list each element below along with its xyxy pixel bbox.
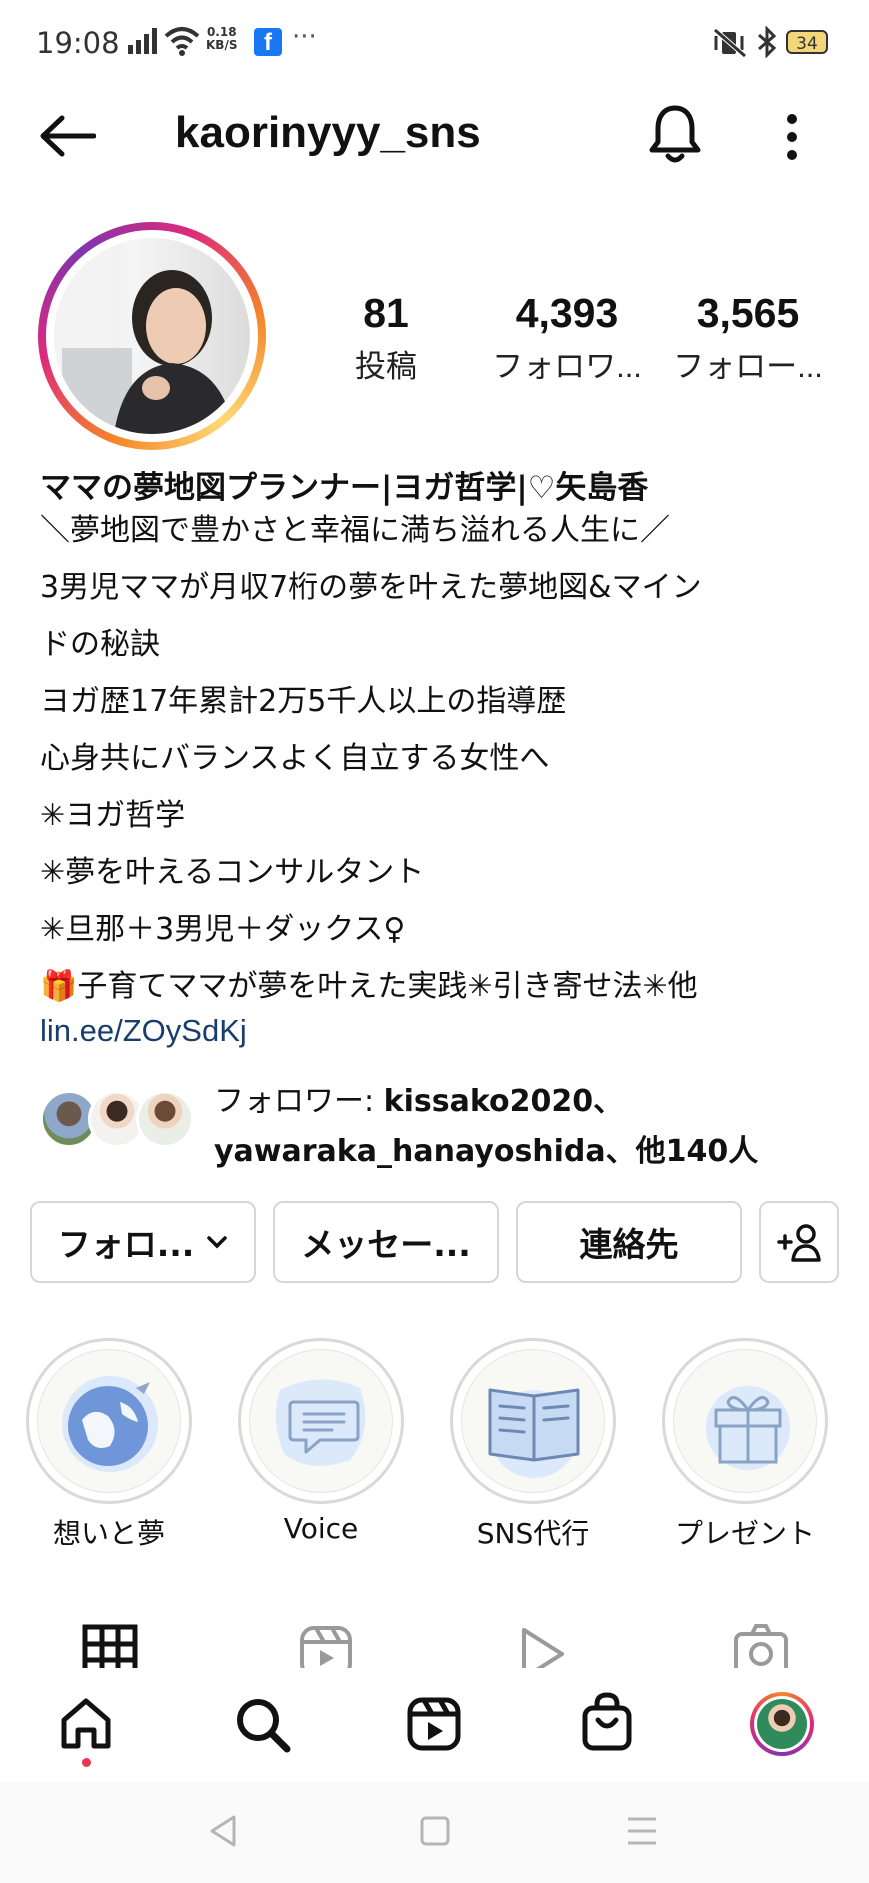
back-nav-icon[interactable] [208, 1814, 238, 1848]
follower-avatar [136, 1090, 194, 1148]
bio-line: ✳ヨガ哲学 [40, 798, 186, 833]
mutual-suffix: 、他140人 [605, 1134, 759, 1169]
highlight-sns[interactable] [450, 1338, 616, 1504]
contact-button-label: 連絡先 [579, 1225, 679, 1264]
bio-line: 🎁子育てママが夢を叶えた実践✳引き寄せ法✳他 [40, 969, 698, 1004]
battery-icon: 34 [786, 30, 828, 54]
stat-posts[interactable]: 81 投稿 [330, 290, 442, 386]
grid-icon[interactable] [82, 1624, 138, 1668]
open-book-icon [488, 1388, 580, 1478]
back-arrow-icon[interactable] [38, 114, 96, 158]
avatar-portrait [54, 238, 234, 434]
mutual-user-2: yawaraka_hanayoshida [214, 1134, 606, 1169]
video-tab-icon[interactable] [518, 1626, 568, 1668]
suggested-users-button[interactable] [759, 1201, 839, 1283]
home-nav-icon[interactable] [420, 1816, 450, 1846]
highlight-cover [673, 1349, 817, 1493]
highlight-voice[interactable] [238, 1338, 404, 1504]
bluetooth-icon [758, 26, 777, 58]
bio-line: ヨガ歴17年累計2万5千人以上の指導歴 [40, 684, 567, 719]
bottom-navigation [0, 1668, 869, 1782]
bio-line: ＼夢地図で豊かさと幸福に満ち溢れる人生に／ [40, 513, 670, 548]
message-button-label: メッセー... [301, 1225, 471, 1264]
vibrate-mute-icon [713, 28, 747, 58]
highlight-cover [461, 1349, 605, 1493]
profile-username: kaorinyyy_sns [175, 108, 481, 157]
wifi-icon [164, 27, 200, 56]
mutual-followers-text[interactable]: フォロワー: kissako2020、 yawaraka_hanayoshida… [214, 1077, 758, 1177]
bio-line: ✳旦那＋3男児＋ダックス♀ [40, 912, 406, 947]
highlight-dreams[interactable] [26, 1338, 192, 1504]
follow-button[interactable]: フォロ... [30, 1201, 256, 1283]
chat-bubble-icon [275, 1379, 366, 1466]
recents-nav-icon[interactable] [626, 1816, 658, 1846]
mutual-followers[interactable] [40, 1090, 200, 1154]
bio-text: ＼夢地図で豊かさと幸福に満ち溢れる人生に／ 3男児ママが月収7桁の夢を叶えた夢地… [40, 502, 702, 1015]
bio-line: ✳夢を叶えるコンサルタント [40, 855, 425, 890]
tagged-tab-icon[interactable] [732, 1622, 790, 1668]
stat-followers-number: 4,393 [515, 290, 619, 336]
highlight-label: Voice [283, 1512, 359, 1545]
follow-button-label: フォロ... [57, 1225, 195, 1264]
profile-tabs [0, 1612, 869, 1668]
highlight-label: プレゼント [674, 1517, 815, 1550]
highlight-cover [37, 1349, 181, 1493]
stat-posts-label: 投稿 [355, 349, 417, 384]
system-navigation-bar [0, 1782, 869, 1883]
stat-following[interactable]: 3,565 フォロー... [668, 290, 828, 386]
bio-line: 心身共にバランスよく自立する女性へ [40, 741, 550, 776]
stat-followers[interactable]: 4,393 フォロワ... [488, 290, 646, 386]
highlight-label: SNS代行 [476, 1517, 590, 1550]
highlight-present[interactable] [662, 1338, 828, 1504]
add-person-icon [777, 1224, 821, 1262]
reels-tab-icon[interactable] [298, 1624, 354, 1668]
bio-line: 3男児ママが月収7桁の夢を叶えた夢地図&マイン [40, 570, 702, 605]
profile-display-name: ママの夢地図プランナー|ヨガ哲学|♡矢島香 [40, 470, 649, 506]
gift-icon [706, 1386, 790, 1470]
facebook-icon: f [254, 28, 282, 56]
message-button[interactable]: メッセー... [273, 1201, 499, 1283]
highlight-label: 想いと夢 [52, 1517, 165, 1550]
mutual-user-1: kissako2020 [383, 1084, 594, 1119]
net-speed: 0.18 KB/S [206, 26, 237, 52]
stat-followers-label: フォロワ... [492, 349, 642, 384]
mutual-prefix: フォロワー: [214, 1084, 384, 1119]
search-icon[interactable] [234, 1696, 292, 1754]
home-icon[interactable] [58, 1696, 114, 1752]
status-time: 19:08 [36, 26, 120, 60]
contact-button[interactable]: 連絡先 [516, 1201, 742, 1283]
chevron-down-icon [207, 1236, 228, 1249]
stat-following-label: フォロー... [673, 349, 823, 384]
profile-nav-avatar[interactable] [750, 1692, 814, 1756]
reels-icon[interactable] [406, 1696, 462, 1752]
signal-icon [128, 28, 157, 54]
bio-link[interactable]: lin.ee/ZOySdKj [40, 1013, 247, 1049]
bio-line: ドの秘訣 [40, 627, 160, 662]
highlight-cover [249, 1349, 393, 1493]
more-options-icon[interactable] [780, 112, 804, 162]
stat-posts-number: 81 [363, 290, 409, 336]
notification-bell-icon[interactable] [648, 104, 702, 164]
home-notification-dot [82, 1758, 91, 1767]
status-bar: 19:08 0.18 KB/S f ··· 34 [0, 0, 869, 86]
shop-icon[interactable] [580, 1692, 634, 1752]
more-notifications-icon: ··· [292, 22, 317, 52]
globe-icon [62, 1376, 158, 1472]
stat-following-number: 3,565 [696, 290, 800, 336]
mutual-sep: 、 [593, 1084, 624, 1119]
profile-avatar[interactable] [54, 238, 250, 434]
net-speed-unit: KB/S [206, 38, 238, 52]
